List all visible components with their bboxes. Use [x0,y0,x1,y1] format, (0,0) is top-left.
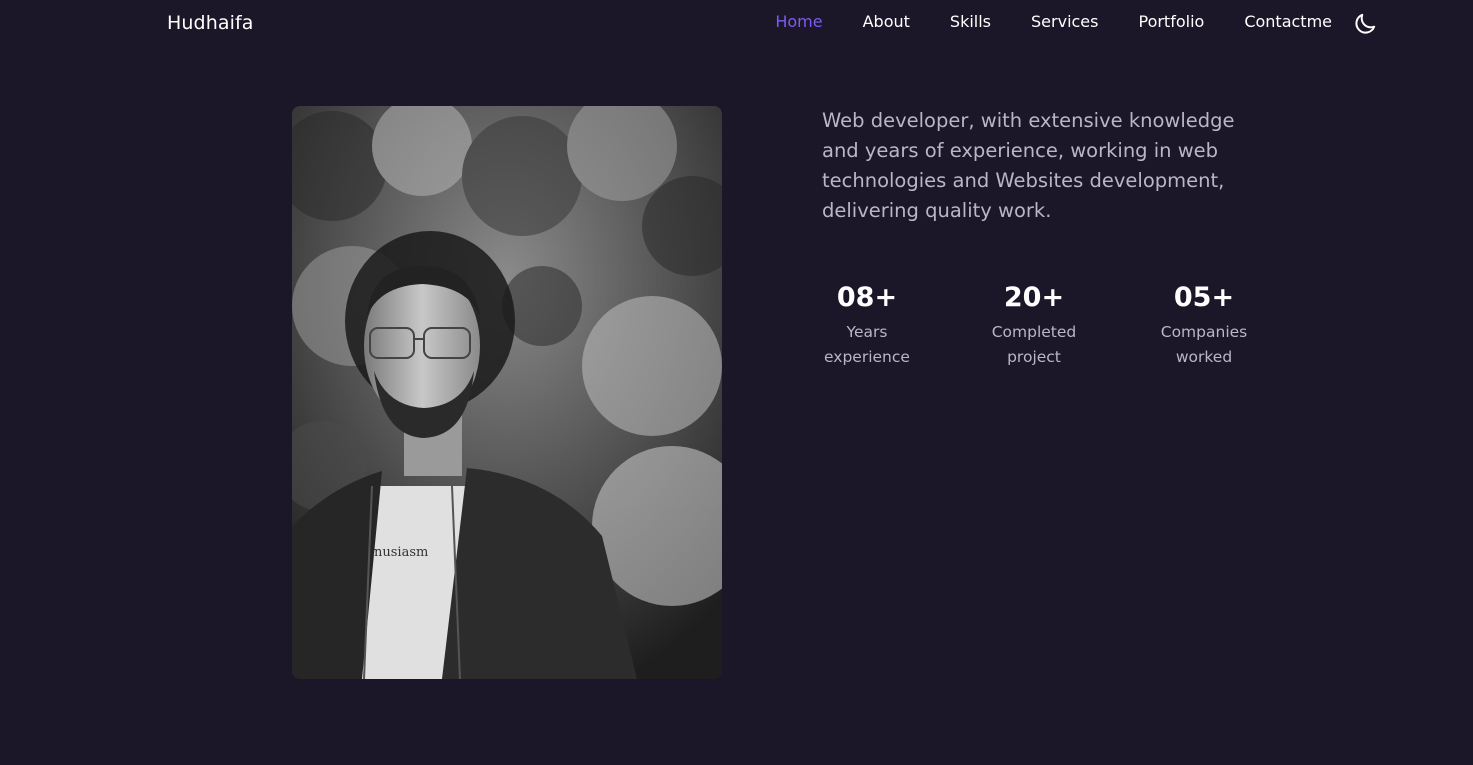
navbar: Hudhaifa Home About Skills Services Port… [0,0,1473,48]
stat-label-line1: Companies [1160,323,1248,341]
stats: 08+ Years experience 20+ Completed proje… [822,280,1262,380]
nav-link-contactme[interactable]: Contactme [1244,12,1332,31]
nav-link-skills[interactable]: Skills [950,12,991,31]
stat-completed-project: 20+ Completed project [986,280,1082,370]
stat-label-line2: project [1007,348,1061,366]
nav-links: Home About Skills Services Portfolio Con… [775,12,1332,31]
stat-value: 20+ [1003,282,1065,313]
stat-label: Completed project [986,320,1082,370]
stat-label-line1: Completed [991,323,1077,341]
stat-label: Years experience [822,320,912,370]
theme-toggle-button[interactable] [1352,11,1378,37]
stat-companies-worked: 05+ Companies worked [1154,280,1254,370]
shirt-text: nusiasm [374,545,428,560]
moon-icon [1355,13,1376,34]
nav-link-portfolio[interactable]: Portfolio [1138,12,1204,31]
stat-value: 08+ [836,282,898,313]
nav-link-home[interactable]: Home [775,12,822,31]
stat-label-line2: experience [824,348,910,366]
nav-link-about[interactable]: About [863,12,910,31]
stat-years-experience: 08+ Years experience [822,280,912,370]
logo[interactable]: Hudhaifa [167,12,254,34]
stat-label-line1: Years [846,323,888,341]
stat-label-line2: worked [1175,348,1233,366]
stat-value: 05+ [1173,282,1235,313]
bio-text: Web developer, with extensive knowledge … [822,109,1235,222]
stat-label: Companies worked [1154,320,1254,370]
nav-link-services[interactable]: Services [1031,12,1098,31]
profile-photo: nusiasm [292,106,722,679]
